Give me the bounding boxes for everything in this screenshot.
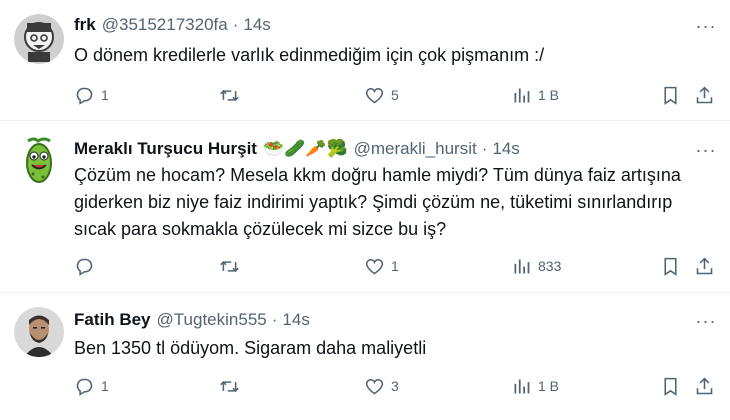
reply-button[interactable]: 1 bbox=[74, 375, 109, 397]
more-icon[interactable]: ··· bbox=[696, 16, 716, 36]
bookmark-button[interactable] bbox=[660, 84, 681, 106]
tweet-3[interactable]: Fatih Bey @Tugtekin555 · 14s ··· Ben 135… bbox=[0, 293, 730, 420]
share-icon bbox=[696, 377, 713, 394]
share-button[interactable] bbox=[694, 375, 715, 397]
display-name[interactable]: Meraklı Turşucu Hurşit bbox=[74, 139, 257, 159]
retweet-icon bbox=[220, 260, 239, 272]
tweet-2[interactable]: Meraklı Turşucu Hurşit 🥗🥒🥕🥦 @merakli_hur… bbox=[0, 121, 730, 292]
retweet-button[interactable] bbox=[219, 375, 246, 397]
more-icon[interactable]: ··· bbox=[696, 311, 716, 331]
views-icon bbox=[514, 379, 530, 393]
views-button[interactable]: 1 B bbox=[511, 375, 559, 397]
timestamp[interactable]: 14s bbox=[243, 15, 270, 35]
reply-icon bbox=[76, 87, 93, 105]
views-button[interactable]: 833 bbox=[511, 255, 561, 277]
like-icon bbox=[365, 258, 384, 274]
views-button[interactable]: 1 B bbox=[511, 84, 559, 106]
share-button[interactable] bbox=[694, 84, 715, 106]
retweet-icon bbox=[220, 380, 239, 392]
tweet-text: Çözüm ne hocam? Mesela kkm doğru hamle m… bbox=[74, 165, 681, 239]
reply-button[interactable] bbox=[74, 255, 101, 277]
like-count: 5 bbox=[391, 87, 399, 103]
share-button[interactable] bbox=[694, 255, 715, 277]
share-icon bbox=[696, 86, 713, 103]
avatar[interactable] bbox=[14, 14, 64, 64]
display-name[interactable]: Fatih Bey bbox=[74, 310, 151, 330]
like-button[interactable]: 3 bbox=[364, 375, 399, 397]
action-bar: 1 5 1 B bbox=[74, 84, 714, 106]
tweet-header: frk @3515217320fa · 14s bbox=[74, 14, 271, 36]
timestamp[interactable]: 14s bbox=[492, 139, 519, 159]
like-button[interactable]: 1 bbox=[364, 255, 399, 277]
reply-button[interactable]: 1 bbox=[74, 84, 109, 106]
like-count: 1 bbox=[391, 258, 399, 274]
separator-dot: · bbox=[271, 310, 278, 329]
bookmark-icon bbox=[664, 377, 677, 396]
views-icon bbox=[514, 88, 530, 102]
action-bar: 1 833 bbox=[74, 255, 714, 277]
like-count: 3 bbox=[391, 378, 399, 394]
avatar[interactable] bbox=[14, 307, 64, 357]
tweet-1[interactable]: frk @3515217320fa · 14s ··· O dönem kred… bbox=[0, 0, 730, 120]
bookmark-icon bbox=[664, 257, 677, 276]
reply-icon bbox=[76, 258, 93, 276]
tweet-text: O dönem kredilerle varlık edinmediğim iç… bbox=[74, 45, 545, 65]
action-bar: 1 3 1 B bbox=[74, 375, 714, 397]
retweet-button[interactable] bbox=[219, 255, 246, 277]
views-icon bbox=[514, 259, 530, 273]
like-icon bbox=[365, 87, 384, 103]
views-count: 1 B bbox=[538, 378, 560, 394]
bookmark-button[interactable] bbox=[660, 375, 681, 397]
user-handle[interactable]: @Tugtekin555 bbox=[157, 310, 267, 330]
avatar[interactable] bbox=[14, 135, 64, 185]
bookmark-icon bbox=[664, 86, 677, 105]
reply-count: 1 bbox=[101, 87, 109, 103]
retweet-button[interactable] bbox=[219, 84, 246, 106]
share-icon bbox=[696, 257, 713, 274]
separator-dot: · bbox=[232, 15, 239, 34]
reply-icon bbox=[76, 378, 93, 396]
user-handle[interactable]: @merakli_hursit bbox=[354, 139, 477, 159]
user-handle[interactable]: @3515217320fa bbox=[102, 15, 228, 35]
bookmark-button[interactable] bbox=[660, 255, 681, 277]
name-emoji: 🥗🥒🥕🥦 bbox=[262, 139, 348, 158]
views-count: 833 bbox=[538, 258, 562, 274]
separator-dot: · bbox=[481, 139, 488, 158]
reply-count: 1 bbox=[101, 378, 109, 394]
retweet-icon bbox=[220, 89, 239, 101]
views-count: 1 B bbox=[538, 87, 560, 103]
tweet-header: Meraklı Turşucu Hurşit 🥗🥒🥕🥦 @merakli_hur… bbox=[74, 138, 520, 160]
like-button[interactable]: 5 bbox=[364, 84, 399, 106]
tweet-text: Ben 1350 tl ödüyom. Sigaram daha maliyet… bbox=[74, 338, 427, 358]
more-icon[interactable]: ··· bbox=[696, 140, 716, 160]
tweet-header: Fatih Bey @Tugtekin555 · 14s bbox=[74, 309, 310, 331]
timestamp[interactable]: 14s bbox=[282, 310, 309, 330]
display-name[interactable]: frk bbox=[74, 15, 96, 35]
like-icon bbox=[365, 378, 384, 394]
